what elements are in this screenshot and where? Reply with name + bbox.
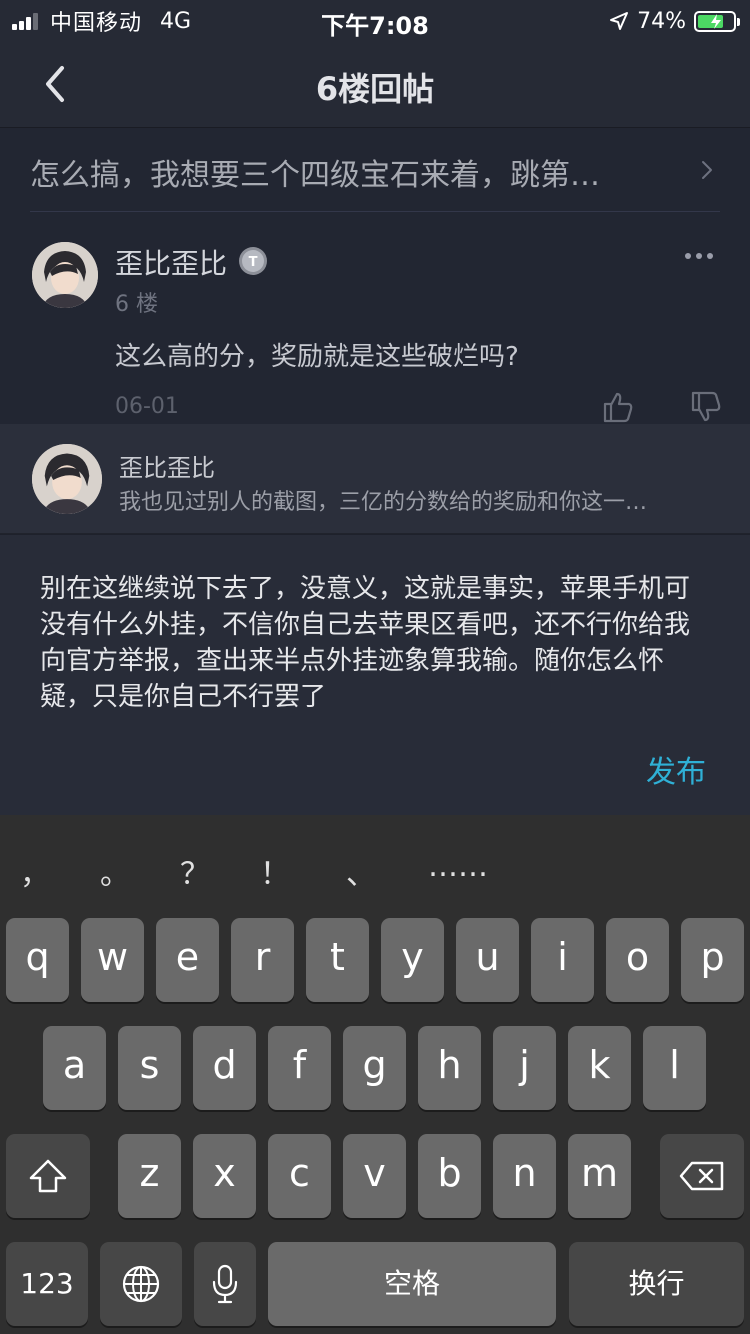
keyboard: ， 。 ？ ！ 、 …… q w e r t y u i o p a s d f… [0, 815, 750, 1334]
reply-preview: 歪比歪比 我也见过别人的截图，三亿的分数给的奖励和你这一… [0, 424, 750, 534]
backspace-icon [679, 1161, 724, 1191]
shift-arrow-icon [29, 1159, 67, 1193]
battery-icon [694, 10, 740, 32]
shift-key[interactable] [6, 1134, 90, 1218]
battery-percent: 74% [637, 8, 686, 34]
thumbs-up-icon[interactable] [601, 390, 635, 424]
microphone-icon [212, 1264, 238, 1304]
key-j[interactable]: j [493, 1026, 556, 1110]
status-bar: 中国移动 4G 下午7:08 74% [0, 0, 750, 42]
reply-text: 我也见过别人的截图，三亿的分数给的奖励和你这一… [119, 490, 648, 515]
svg-text:T: T [249, 255, 258, 270]
key-y[interactable]: y [381, 918, 444, 1002]
key-p[interactable]: p [681, 918, 744, 1002]
thread-link[interactable]: 怎么搞，我想要三个四级宝石来着，跳第… [0, 128, 750, 212]
reply-input[interactable]: 别在这继续说下去了，没意义，这就是事实，苹果手机可没有什么外挂，不信你自己去苹果… [40, 571, 710, 715]
reply-author: 歪比歪比 [119, 454, 215, 482]
avatar[interactable] [32, 242, 98, 308]
key-k[interactable]: k [568, 1026, 631, 1110]
punct-key[interactable]: ！ [260, 849, 290, 893]
post-author[interactable]: 歪比歪比 [115, 242, 227, 282]
avatar [32, 444, 102, 514]
punct-key[interactable]: ， [20, 849, 50, 893]
key-r[interactable]: r [231, 918, 294, 1002]
key-s[interactable]: s [118, 1026, 181, 1110]
key-n[interactable]: n [493, 1134, 556, 1218]
key-d[interactable]: d [193, 1026, 256, 1110]
floor-post: 歪比歪比 T 6 楼 这么高的分，奖励就是这些破烂吗? 06-01 [0, 212, 750, 424]
chevron-right-icon [702, 161, 712, 179]
key-b[interactable]: b [418, 1134, 481, 1218]
level-badge-icon: T [239, 247, 267, 275]
publish-button[interactable]: 发布 [646, 747, 706, 791]
key-o[interactable]: o [606, 918, 669, 1002]
status-right: 74% [609, 8, 740, 34]
page-title: 6楼回帖 [315, 70, 435, 108]
space-key[interactable]: 空格 [268, 1242, 556, 1326]
punct-key[interactable]: ？ [180, 849, 210, 893]
post-content: 这么高的分，奖励就是这些破烂吗? [115, 342, 519, 372]
return-key[interactable]: 换行 [569, 1242, 744, 1326]
key-t[interactable]: t [306, 918, 369, 1002]
key-v[interactable]: v [343, 1134, 406, 1218]
key-w[interactable]: w [81, 918, 144, 1002]
key-e[interactable]: e [156, 918, 219, 1002]
key-i[interactable]: i [531, 918, 594, 1002]
nav-bar: 6楼回帖 [0, 42, 750, 128]
punct-key[interactable]: 、 [346, 849, 376, 893]
thread-title: 怎么搞，我想要三个四级宝石来着，跳第… [30, 158, 600, 193]
location-arrow-icon [610, 12, 629, 30]
key-m[interactable]: m [568, 1134, 631, 1218]
key-u[interactable]: u [456, 918, 519, 1002]
post-date: 06-01 [115, 394, 179, 419]
key-q[interactable]: q [6, 918, 69, 1002]
key-z[interactable]: z [118, 1134, 181, 1218]
microphone-key[interactable] [194, 1242, 256, 1326]
punct-key[interactable]: …… [428, 849, 488, 884]
delete-key[interactable] [660, 1134, 744, 1218]
more-options-icon[interactable] [684, 250, 714, 262]
globe-key[interactable] [100, 1242, 182, 1326]
punct-key[interactable]: 。 [100, 849, 130, 893]
key-a[interactable]: a [43, 1026, 106, 1110]
floor-number: 6 楼 [115, 292, 158, 317]
numbers-key[interactable]: 123 [6, 1242, 88, 1326]
key-x[interactable]: x [193, 1134, 256, 1218]
key-h[interactable]: h [418, 1026, 481, 1110]
globe-icon [122, 1265, 160, 1303]
key-l[interactable]: l [643, 1026, 706, 1110]
thumbs-down-icon[interactable] [689, 390, 723, 424]
key-g[interactable]: g [343, 1026, 406, 1110]
key-f[interactable]: f [268, 1026, 331, 1110]
reply-composer: 别在这继续说下去了，没意义，这就是事实，苹果手机可没有什么外挂，不信你自己去苹果… [0, 535, 750, 815]
key-c[interactable]: c [268, 1134, 331, 1218]
